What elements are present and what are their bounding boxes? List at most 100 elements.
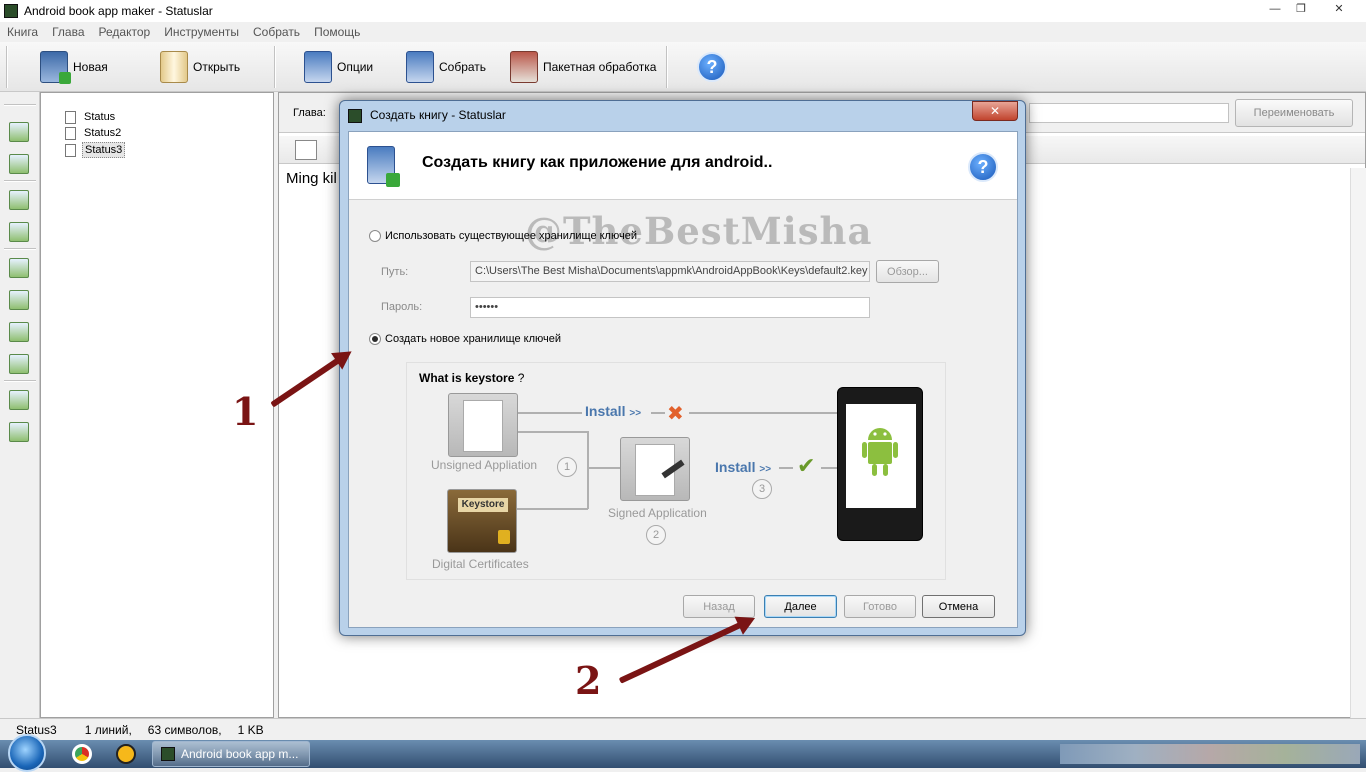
toolbar-separator bbox=[274, 46, 276, 88]
install-arrows: >> bbox=[759, 464, 772, 475]
document-icon bbox=[65, 126, 76, 140]
strip-separator bbox=[4, 104, 36, 106]
menu-build[interactable]: Собрать bbox=[253, 25, 300, 39]
move-right-icon[interactable] bbox=[9, 290, 29, 310]
refresh-icon[interactable] bbox=[9, 122, 29, 142]
android-phone-icon bbox=[837, 387, 923, 541]
menu-help[interactable]: Помощь bbox=[314, 25, 360, 39]
minimize-button[interactable]: — bbox=[1264, 2, 1286, 18]
browse-button[interactable]: Обзор... bbox=[876, 260, 939, 283]
password-input[interactable]: •••••• bbox=[470, 297, 870, 318]
move-left-icon[interactable] bbox=[9, 258, 29, 278]
add-subchapter-icon[interactable] bbox=[9, 222, 29, 242]
build-label: Собрать bbox=[439, 60, 487, 74]
tree-item-label: Status bbox=[84, 111, 116, 123]
editor-text[interactable]: Ming kil bbox=[286, 170, 337, 187]
toolbar-separator bbox=[666, 46, 668, 88]
back-label: Назад bbox=[703, 600, 735, 613]
options-button[interactable]: Опции bbox=[304, 50, 373, 84]
use-existing-keystore-radio[interactable]: Использовать существующее хранилище ключ… bbox=[369, 230, 637, 242]
app-icon bbox=[348, 109, 362, 123]
tree-item[interactable]: Status bbox=[65, 110, 117, 124]
tree-item-label: Status3 bbox=[82, 142, 126, 158]
paper-icon bbox=[463, 400, 503, 452]
rename-label: Переименовать bbox=[1253, 107, 1335, 119]
build-button[interactable]: Собрать bbox=[406, 50, 486, 84]
strip-separator bbox=[4, 248, 36, 250]
connector-line bbox=[587, 467, 621, 469]
path-input[interactable]: C:\Users\The Best Misha\Documents\appmk\… bbox=[470, 261, 870, 282]
connector-line bbox=[689, 412, 849, 414]
close-button[interactable]: ✕ bbox=[1324, 2, 1354, 18]
dialog-body: Создать книгу как приложение для android… bbox=[348, 131, 1018, 628]
menu-editor[interactable]: Редактор bbox=[99, 25, 151, 39]
install-label-top: Install >> bbox=[585, 403, 641, 419]
vertical-scrollbar[interactable] bbox=[1350, 168, 1366, 718]
batch-process-label: Пакетная обработка bbox=[543, 60, 657, 74]
rename-button[interactable]: Переименовать bbox=[1235, 99, 1353, 127]
status-size: 1 KB bbox=[237, 722, 264, 737]
done-button[interactable]: Готово bbox=[844, 595, 916, 618]
sort-icon[interactable] bbox=[9, 354, 29, 374]
new-book-button[interactable]: Новая bbox=[40, 50, 108, 84]
document-icon bbox=[65, 110, 76, 124]
diagram-title-mark: ? bbox=[517, 371, 525, 385]
status-lines: 1 линий, bbox=[84, 722, 132, 737]
step-2-badge: 2 bbox=[646, 525, 666, 545]
annotation-number-1: 1 bbox=[232, 389, 259, 434]
options-icon bbox=[304, 51, 332, 83]
chrome-icon[interactable] bbox=[72, 744, 92, 764]
help-icon[interactable]: ? bbox=[697, 52, 727, 82]
connector-line bbox=[518, 431, 588, 433]
cancel-button[interactable]: Отмена bbox=[922, 595, 995, 618]
taskbar-app-button[interactable]: Android book app m... bbox=[152, 741, 310, 767]
browse-label: Обзор... bbox=[887, 265, 928, 278]
digital-certificates-label: Digital Certificates bbox=[432, 557, 529, 571]
create-new-keystore-radio[interactable]: Создать новое хранилище ключей bbox=[369, 333, 561, 345]
word-doc-icon[interactable] bbox=[9, 154, 29, 174]
tree-item[interactable]: Status2 bbox=[65, 126, 123, 140]
done-label: Готово bbox=[863, 600, 897, 613]
next-button[interactable]: Далее bbox=[764, 595, 837, 618]
open-book-icon bbox=[160, 51, 188, 83]
numbered-list-icon[interactable] bbox=[295, 140, 317, 160]
media-player-icon[interactable] bbox=[116, 744, 136, 764]
system-tray[interactable] bbox=[1060, 744, 1360, 764]
start-button-icon[interactable] bbox=[8, 734, 46, 772]
delete-chapter-icon[interactable] bbox=[9, 390, 29, 410]
signed-app-icon bbox=[620, 437, 690, 501]
menu-bar: Книга Глава Редактор Инструменты Собрать… bbox=[0, 22, 1366, 42]
build-app-icon bbox=[367, 146, 400, 187]
menu-chapter[interactable]: Глава bbox=[52, 25, 84, 39]
toolbar-separator bbox=[6, 46, 8, 88]
lock-icon bbox=[498, 530, 510, 544]
tree-item-selected[interactable]: Status3 bbox=[65, 142, 126, 158]
add-chapter-icon[interactable] bbox=[9, 190, 29, 210]
batch-process-button[interactable]: Пакетная обработка bbox=[510, 50, 656, 84]
chapter-label: Глава: bbox=[293, 107, 326, 119]
step-1-badge: 1 bbox=[557, 457, 577, 477]
menu-tools[interactable]: Инструменты bbox=[164, 25, 239, 39]
taskbar: Android book app m... bbox=[0, 734, 1366, 772]
maximize-button[interactable]: ❐ bbox=[1290, 2, 1312, 18]
options-label: Опции bbox=[337, 60, 374, 74]
batch-process-icon bbox=[510, 51, 538, 83]
chapter-name-input[interactable] bbox=[1029, 103, 1229, 123]
status-bar: Status3 1 линий, 63 символов, 1 KB bbox=[0, 718, 1366, 740]
diagram-title: What is keystore ? bbox=[419, 371, 524, 385]
open-book-button[interactable]: Открыть bbox=[160, 50, 240, 84]
dialog-close-button[interactable]: ✕ bbox=[972, 101, 1018, 121]
create-new-label: Создать новое хранилище ключей bbox=[385, 333, 562, 345]
connector-line bbox=[587, 431, 589, 509]
signed-app-label: Signed Application bbox=[608, 506, 707, 520]
step-3-badge: 3 bbox=[752, 479, 772, 499]
connector-line bbox=[779, 467, 793, 469]
menu-book[interactable]: Книга bbox=[7, 25, 38, 39]
cross-icon: ✖ bbox=[667, 403, 684, 425]
trash-icon[interactable] bbox=[9, 422, 29, 442]
help-icon[interactable]: ? bbox=[968, 152, 998, 182]
move-down-icon[interactable] bbox=[9, 322, 29, 342]
radio-icon bbox=[369, 230, 381, 242]
install-text: Install bbox=[585, 403, 626, 419]
new-book-icon bbox=[40, 51, 71, 84]
